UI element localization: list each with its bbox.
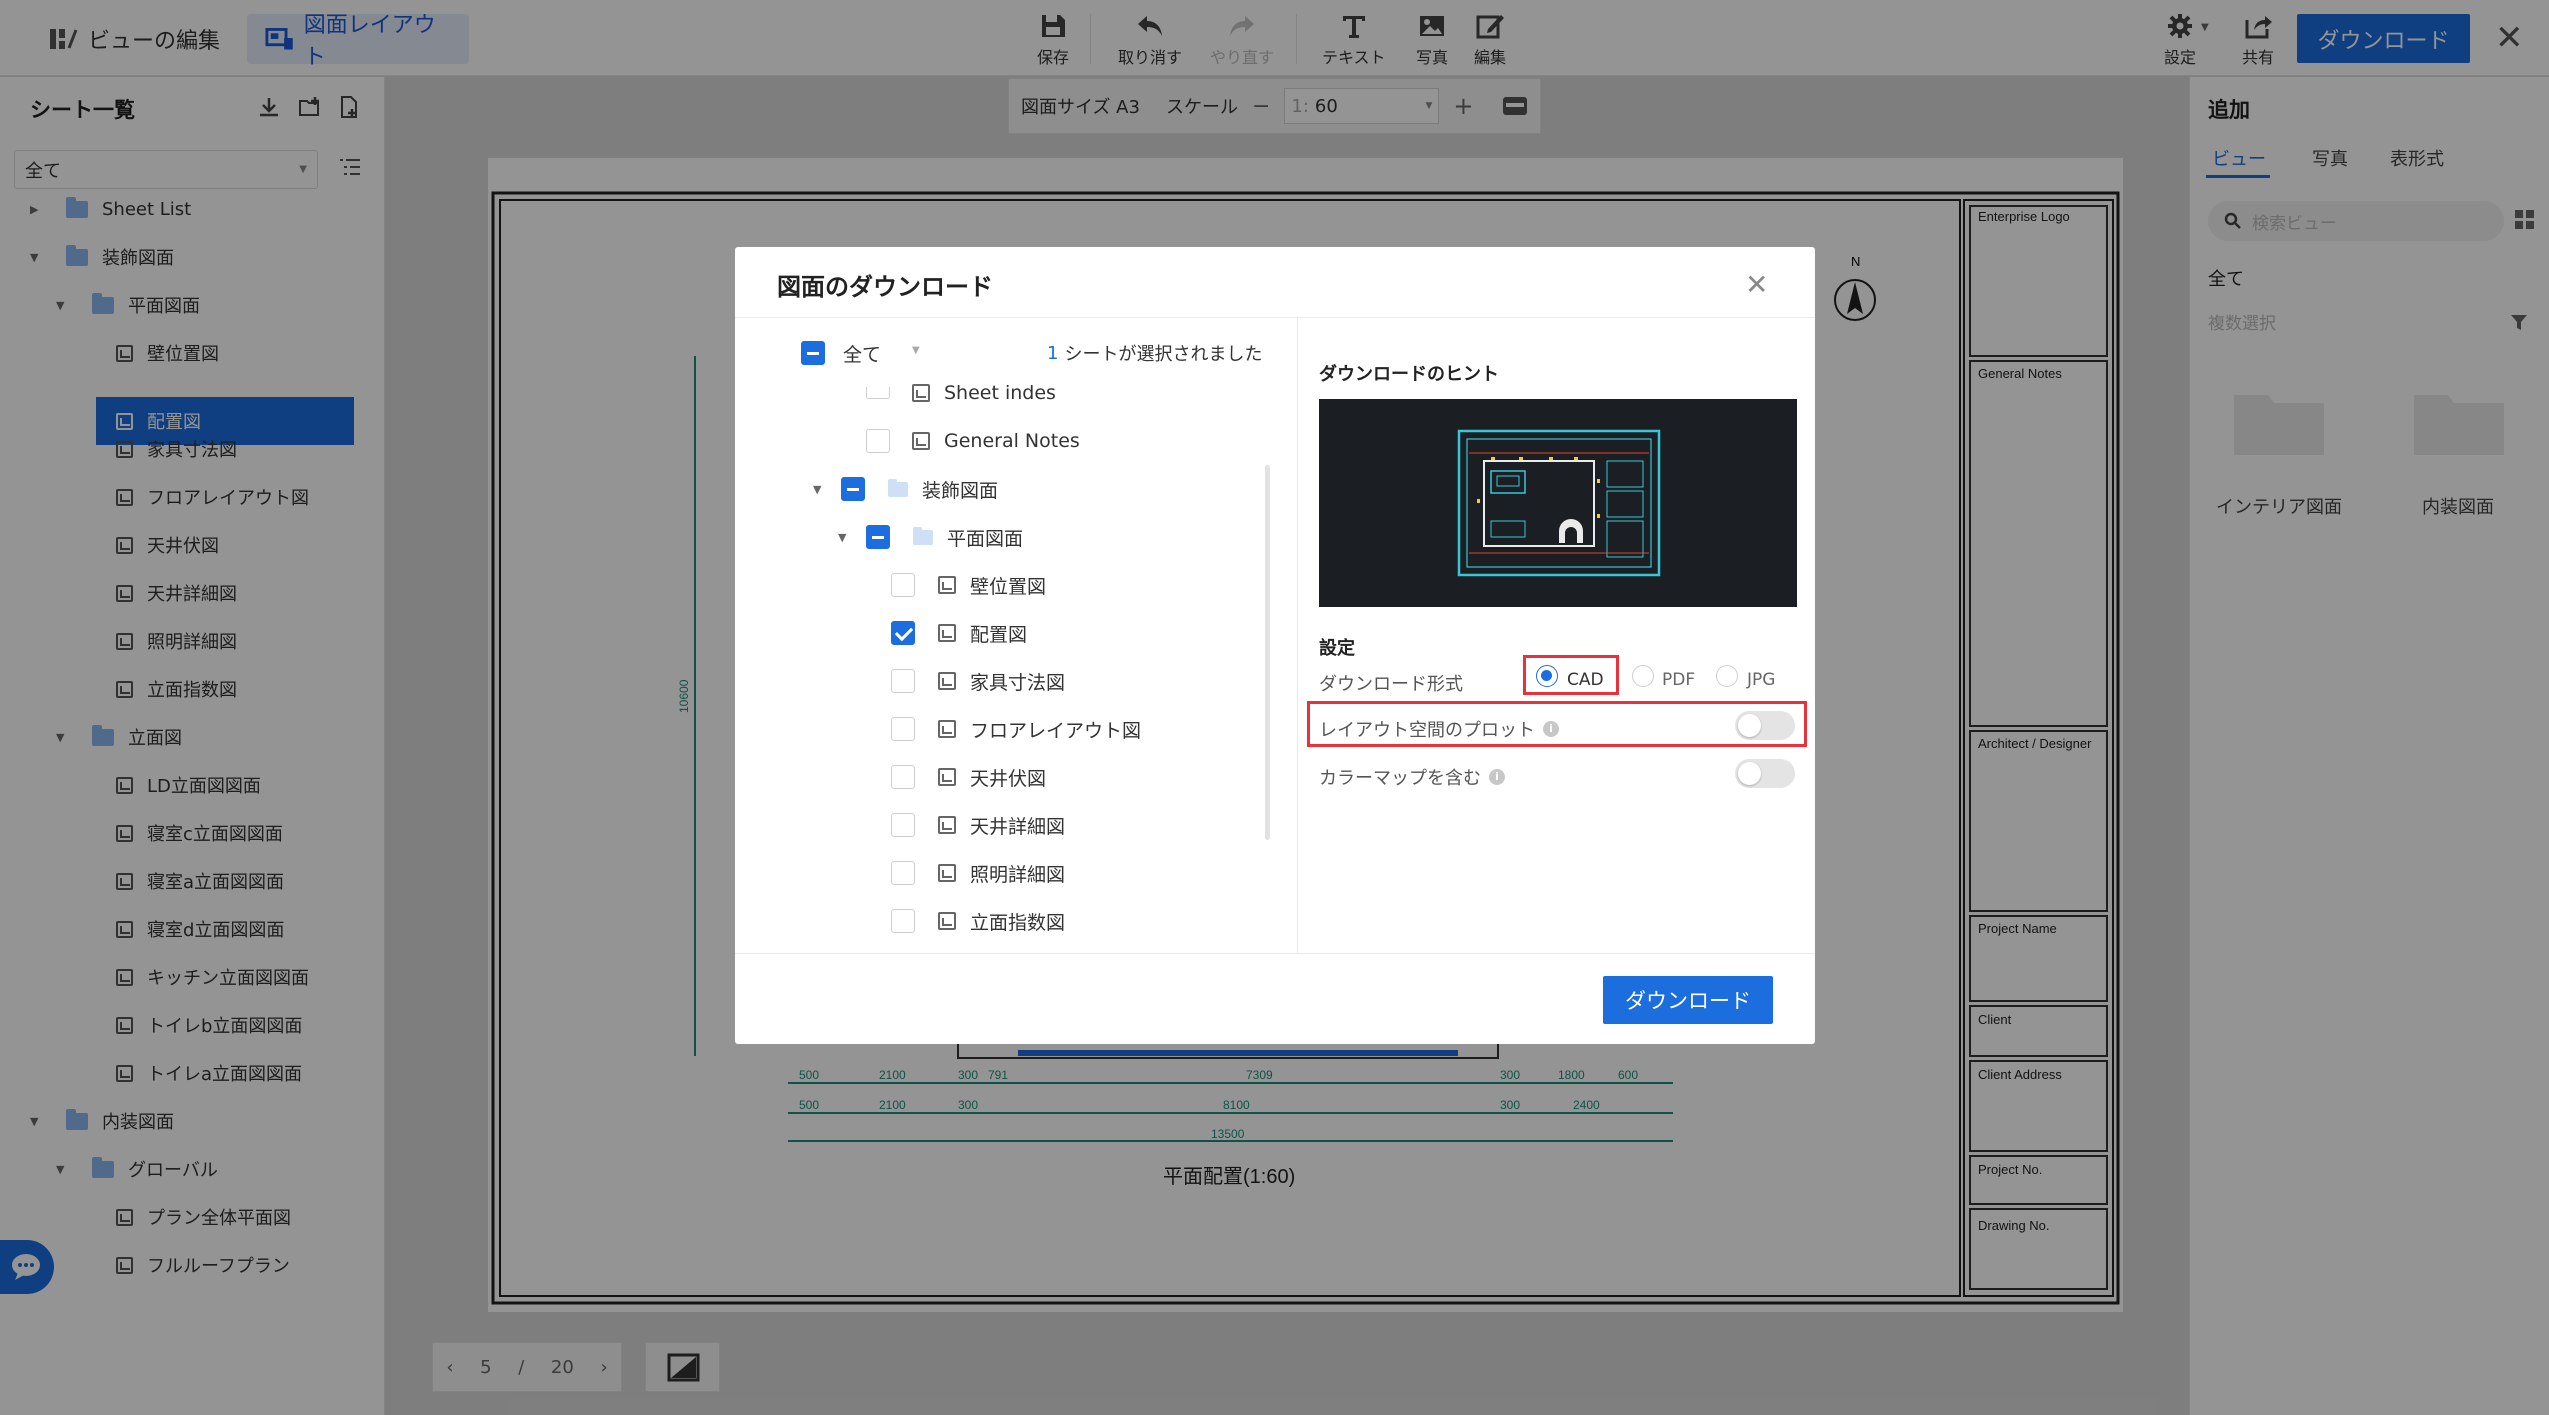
format-jpg-label: JPG xyxy=(1747,670,1776,690)
cad-preview-image xyxy=(1457,429,1661,577)
tree-row-floor-layout[interactable]: フロアレイアウト図 xyxy=(938,716,1141,742)
format-radio-jpg[interactable] xyxy=(1716,665,1738,687)
tree-row-sheet-index[interactable]: Sheet indes xyxy=(912,380,1056,406)
divider xyxy=(735,317,1815,318)
select-all-checkbox[interactable] xyxy=(801,341,825,365)
tree-row-ceiling-detail[interactable]: 天井詳細図 xyxy=(938,812,1065,838)
sheet-icon xyxy=(938,624,956,642)
colormap-row: カラーマップを含む i xyxy=(1319,764,1505,790)
tree-row-label: フロアレイアウト図 xyxy=(970,719,1142,742)
info-icon[interactable]: i xyxy=(1543,721,1559,737)
tree-checkbox-general-notes[interactable] xyxy=(866,429,890,453)
tree-row-label: 照明詳細図 xyxy=(970,863,1066,886)
select-all-label: 全て xyxy=(843,343,882,366)
dialog-close-button[interactable]: ✕ xyxy=(1745,268,1768,301)
tree-row-lighting-detail[interactable]: 照明詳細図 xyxy=(938,860,1065,886)
sheet-icon xyxy=(938,720,956,738)
tree-row-label: 平面図面 xyxy=(947,527,1024,550)
tree-checkbox-floor-plans[interactable] xyxy=(866,525,890,549)
sheet-icon xyxy=(938,864,956,882)
folder-icon xyxy=(913,526,933,545)
tree-row-label: General Notes xyxy=(944,430,1080,452)
tree-row-label: 天井伏図 xyxy=(970,767,1047,790)
tree-row-layout[interactable]: 配置図 xyxy=(938,620,1027,646)
sheet-icon xyxy=(938,912,956,930)
dialog-download-button[interactable]: ダウンロード xyxy=(1603,976,1773,1024)
sheet-icon xyxy=(938,816,956,834)
tree-checkbox-wall-position[interactable] xyxy=(891,573,915,597)
sheet-icon xyxy=(938,576,956,594)
tree-row-label: 壁位置図 xyxy=(970,575,1047,598)
selection-summary: 1 シートが選択されました xyxy=(1047,340,1262,366)
download-dialog: 図面のダウンロード ✕ 全て ▼ 1 シートが選択されました Sheet ind… xyxy=(735,247,1815,1044)
tree-row-elevation-index[interactable]: 立面指数図 xyxy=(938,908,1065,934)
hint-image xyxy=(1319,399,1797,607)
colormap-toggle[interactable] xyxy=(1735,759,1795,788)
tree-row-label: 天井詳細図 xyxy=(970,815,1066,838)
tree-checkbox-layout[interactable] xyxy=(891,621,915,645)
sheet-icon xyxy=(912,432,930,450)
selected-text: シートが選択されました xyxy=(1064,344,1263,365)
dialog-title: 図面のダウンロード xyxy=(777,273,993,301)
tree-row-floor-plans[interactable]: 平面図面 xyxy=(913,524,1023,550)
chevron-down-icon[interactable]: ▼ xyxy=(912,345,920,356)
tree-row-label: 配置図 xyxy=(970,623,1028,646)
tree-row-label: 立面指数図 xyxy=(970,911,1066,934)
layout-plot-row: レイアウト空間のプロット i xyxy=(1319,716,1559,742)
caret-down-icon[interactable]: ▼ xyxy=(813,483,821,496)
tree-checkbox-elevation-index[interactable] xyxy=(891,909,915,933)
layout-plot-label: レイアウト空間のプロット xyxy=(1319,720,1535,741)
tree-row-ceiling-plan[interactable]: 天井伏図 xyxy=(938,764,1046,790)
tree-row-furniture-dim[interactable]: 家具寸法図 xyxy=(938,668,1065,694)
sheet-icon xyxy=(912,384,930,402)
format-radio-cad[interactable] xyxy=(1536,665,1558,687)
tree-checkbox-sheet-index[interactable] xyxy=(866,387,890,399)
tree-row-wall-position[interactable]: 壁位置図 xyxy=(938,572,1046,598)
folder-icon xyxy=(888,478,908,497)
format-pdf-label: PDF xyxy=(1662,670,1696,690)
tree-row-label: 装飾図面 xyxy=(922,479,999,502)
tree-checkbox-ceiling-plan[interactable] xyxy=(891,765,915,789)
format-radio-pdf[interactable] xyxy=(1632,665,1654,687)
colormap-label: カラーマップを含む xyxy=(1319,768,1481,789)
tree-checkbox-lighting-detail[interactable] xyxy=(891,861,915,885)
tree-row-label: 家具寸法図 xyxy=(970,671,1066,694)
tree-checkbox-furniture-dim[interactable] xyxy=(891,669,915,693)
selected-count: 1 xyxy=(1047,342,1059,364)
sheet-icon xyxy=(938,768,956,786)
tree-scrollbar[interactable] xyxy=(1265,465,1270,840)
divider xyxy=(735,953,1815,954)
tree-row-decoration[interactable]: 装飾図面 xyxy=(888,476,998,502)
format-cad-label: CAD xyxy=(1567,670,1604,690)
tree-checkbox-ceiling-detail[interactable] xyxy=(891,813,915,837)
format-label: ダウンロード形式 xyxy=(1319,674,1463,695)
tree-row-label: Sheet indes xyxy=(944,382,1056,404)
hint-title: ダウンロードのヒント xyxy=(1319,364,1499,385)
layout-plot-toggle[interactable] xyxy=(1735,711,1795,740)
divider xyxy=(1297,318,1298,953)
caret-down-icon[interactable]: ▼ xyxy=(838,531,846,544)
tree-checkbox-floor-layout[interactable] xyxy=(891,717,915,741)
tree-checkbox-decoration[interactable] xyxy=(841,477,865,501)
settings-title: 設定 xyxy=(1319,638,1355,659)
sheet-icon xyxy=(938,672,956,690)
tree-row-general-notes[interactable]: General Notes xyxy=(912,428,1080,454)
info-icon[interactable]: i xyxy=(1489,769,1505,785)
